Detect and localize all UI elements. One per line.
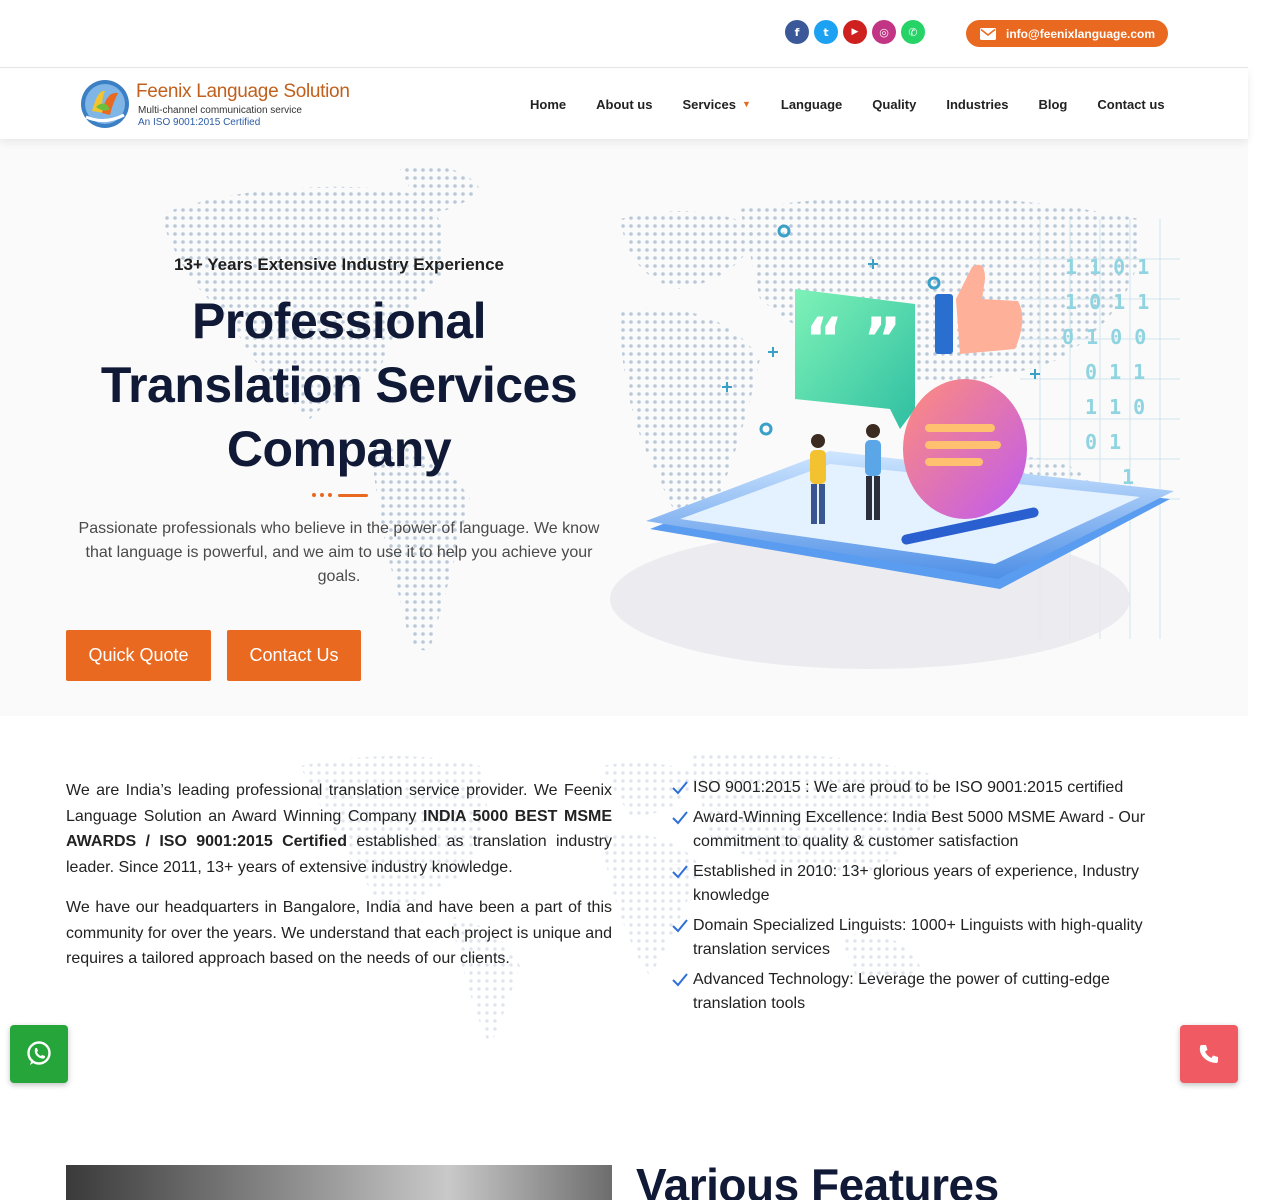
check-icon [672, 919, 688, 933]
translation-illustration: “ ” 1 1 0 1 1 0 1 1 0 1 0 0 0 1 1 1 1 0 … [610, 219, 1180, 669]
main-menu: Home About us Services ▼ Language Quality… [530, 69, 1165, 139]
binary-row: 0 1 [1085, 430, 1121, 454]
about-paragraph-2: We have our headquarters in Bangalore, I… [66, 899, 612, 967]
features-title: Various Features [636, 1159, 999, 1200]
nav-blog[interactable]: Blog [1038, 97, 1067, 112]
features-image [66, 1165, 612, 1200]
binary-row: 1 1 0 1 [1065, 255, 1149, 279]
contact-us-button[interactable]: Contact Us [227, 630, 361, 681]
title-divider [312, 493, 368, 497]
whatsapp-icon [27, 1041, 51, 1065]
about-section: We are India’s leading professional tran… [0, 716, 1248, 1106]
nav-industries[interactable]: Industries [946, 97, 1008, 112]
whatsapp-float-button[interactable] [10, 1025, 68, 1083]
logo-title: Feenix Language Solution [136, 81, 350, 102]
facebook-icon[interactable]: f [785, 20, 809, 44]
hero-lead: Passionate professionals who believe in … [78, 520, 600, 585]
whatsapp-icon[interactable]: ✆ [901, 20, 925, 44]
svg-text:“ ”: “ ” [805, 305, 901, 373]
nav-services[interactable]: Services ▼ [682, 97, 750, 112]
quick-quote-button[interactable]: Quick Quote [66, 630, 211, 681]
logo-subtitle: Multi-channel communication service [138, 105, 302, 116]
top-bar: f t ▶ ◎ ✆ info@feenixlanguage.com [0, 0, 1248, 68]
binary-row: 0 1 1 [1085, 360, 1145, 384]
features-checklist: ISO 9001:2015 : We are proud to be ISO 9… [672, 776, 1178, 1022]
binary-row: 0 1 0 0 [1062, 325, 1146, 349]
caret-down-icon: ▼ [741, 99, 751, 109]
social-links: f t ▶ ◎ ✆ [785, 20, 925, 44]
main-navbar: Feenix Language Solution Multi-channel c… [0, 69, 1248, 139]
checklist-item: Domain Specialized Linguists: 1000+ Ling… [672, 914, 1178, 962]
instagram-icon[interactable]: ◎ [872, 20, 896, 44]
nav-quality[interactable]: Quality [872, 97, 916, 112]
binary-row: 1 [1122, 465, 1134, 489]
nav-contact-us[interactable]: Contact us [1097, 97, 1164, 112]
checklist-item: Established in 2010: 13+ glorious years … [672, 860, 1178, 908]
email-button[interactable]: info@feenixlanguage.com [966, 20, 1168, 47]
site-logo[interactable]: Feenix Language Solution Multi-channel c… [80, 79, 350, 131]
twitter-icon[interactable]: t [814, 20, 838, 44]
hero-section: 13+ Years Extensive Industry Experience … [0, 139, 1248, 716]
logo-emblem [81, 80, 129, 128]
check-icon [672, 865, 688, 879]
checklist-item: Award-Winning Excellence: India Best 500… [672, 806, 1178, 854]
about-copy: We are India’s leading professional tran… [66, 778, 612, 987]
email-address: info@feenixlanguage.com [1006, 26, 1156, 41]
check-icon [672, 781, 688, 795]
hero-title: Professional Translation Services Compan… [100, 293, 578, 477]
checklist-item: ISO 9001:2015 : We are proud to be ISO 9… [672, 776, 1178, 800]
nav-language[interactable]: Language [781, 97, 842, 112]
nav-home[interactable]: Home [530, 97, 566, 112]
binary-row: 1 1 0 [1085, 395, 1145, 419]
logo-iso: An ISO 9001:2015 Certified [138, 117, 261, 128]
phone-icon [1199, 1045, 1218, 1063]
check-icon [672, 973, 688, 987]
nav-about-us[interactable]: About us [596, 97, 652, 112]
check-icon [672, 811, 688, 825]
checklist-item: Advanced Technology: Leverage the power … [672, 968, 1178, 1016]
about-paragraph-1: We are India’s leading professional tran… [66, 782, 613, 876]
call-float-button[interactable] [1180, 1025, 1238, 1083]
binary-row: 1 0 1 1 [1065, 290, 1149, 314]
youtube-icon[interactable]: ▶ [843, 20, 867, 44]
hero-kicker: 13+ Years Extensive Industry Experience [174, 255, 504, 274]
envelope-icon [980, 27, 996, 40]
